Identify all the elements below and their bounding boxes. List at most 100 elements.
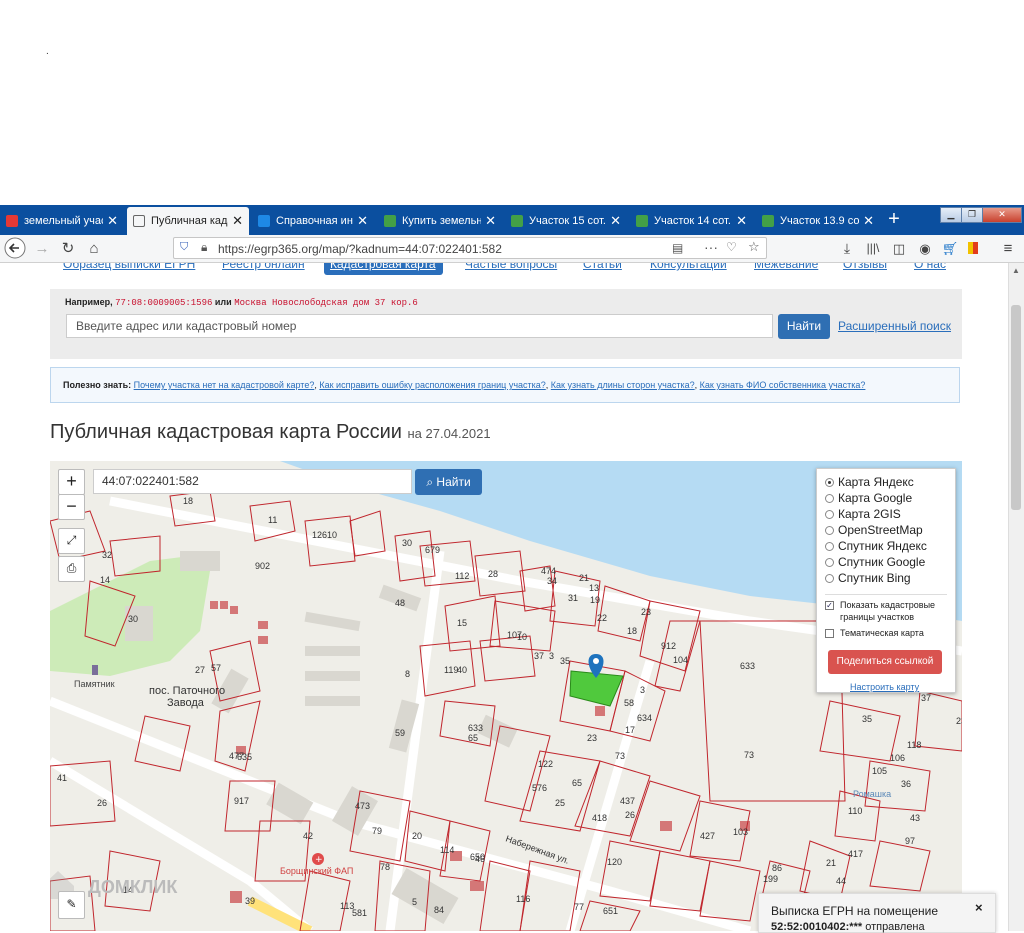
map-layer-option[interactable]: Спутник Яндекс [825, 539, 927, 553]
map-layer-option[interactable]: Карта 2GIS [825, 507, 901, 521]
tab-close-icon[interactable]: ✕ [485, 213, 496, 229]
tip-link-not-on-map[interactable]: Почему участка нет на кадастровой карте? [134, 380, 315, 390]
map-layer-option[interactable]: Спутник Bing [825, 571, 911, 585]
tab-close-icon[interactable]: ✕ [863, 213, 874, 229]
share-link-button[interactable]: Поделиться ссылкой [828, 650, 942, 674]
advanced-search-link[interactable]: Расширенный поиск [838, 319, 951, 333]
show-borders-option[interactable]: ✓ Показать кадастровые границы участков [825, 599, 935, 623]
page-actions-icon[interactable]: ··· [704, 239, 718, 255]
parcel-number-label: 30 [402, 538, 412, 548]
maximize-window-button[interactable]: ❐ [961, 207, 983, 223]
parcel-number-label: 3 [640, 685, 645, 695]
map-find-button[interactable]: ⌕ Найти [415, 469, 482, 495]
browser-tab-label: Участок 15 сот. ( [529, 215, 607, 227]
address-search-input[interactable]: Введите адрес или кадастровый номер [66, 314, 773, 338]
browser-tab[interactable]: земельный участ ✕ [0, 207, 124, 235]
map-layer-option[interactable]: Спутник Google [825, 555, 925, 569]
print-icon[interactable]: ⎙ [58, 556, 85, 582]
tab-close-icon[interactable]: ✕ [736, 213, 747, 229]
site-nav-item[interactable]: Статьи [583, 263, 622, 273]
thematic-checkbox[interactable] [825, 629, 834, 638]
place-label: Памятник [74, 679, 115, 689]
tab-close-icon[interactable]: ✕ [357, 213, 368, 229]
layer-radio[interactable] [825, 573, 834, 583]
layer-radio[interactable] [825, 525, 834, 535]
pocket-icon[interactable]: ♡ [726, 240, 737, 254]
setup-map-link[interactable]: Настроить карту [850, 682, 919, 692]
site-nav-item[interactable]: Кадастровая карта [330, 263, 436, 273]
site-nav-item[interactable]: Консультации [650, 263, 727, 273]
back-icon[interactable] [3, 235, 27, 262]
map-layer-option[interactable]: OpenStreetMap [825, 523, 923, 537]
sidebar-icon[interactable]: ◫ [890, 235, 908, 262]
thematic-option[interactable]: Тематическая карта [825, 627, 924, 639]
monument-icon [92, 665, 98, 675]
site-nav-item[interactable]: Реестр онлайн [222, 263, 305, 273]
scrollbar-thumb[interactable] [1011, 305, 1021, 510]
page-date: на 27.04.2021 [407, 426, 491, 441]
url-bar[interactable]: ⛉ 🔒︎ https://egrp365.org/map/?kadnum=44:… [173, 237, 767, 259]
close-window-button[interactable]: ✕ [982, 207, 1022, 223]
kadnum-input[interactable]: 44:07:022401:582 [93, 469, 412, 494]
library-icon[interactable]: |||\ [864, 235, 882, 262]
browser-tab[interactable]: Справочная инф ✕ [252, 207, 374, 235]
layer-radio[interactable] [825, 541, 834, 551]
site-nav-item[interactable]: Образец выписки ЕГРН [63, 263, 195, 273]
zoom-in-button[interactable]: + [58, 469, 85, 495]
tip-link-owner-name[interactable]: Как узнать ФИО собственника участка? [700, 380, 866, 390]
cart-icon[interactable]: 🛒︎ [941, 235, 959, 262]
forward-icon[interactable]: → [32, 235, 52, 262]
layer-label: Карта Яндекс [838, 475, 914, 489]
account-icon[interactable]: ◉ [916, 235, 934, 262]
site-nav-item[interactable]: Частые вопросы [465, 263, 557, 273]
notification-close-icon[interactable]: × [975, 900, 983, 915]
map-find-label: Найти [436, 475, 471, 489]
browser-tab[interactable]: Участок 13.9 сот. ✕ [756, 207, 880, 235]
cadastral-map[interactable]: + 18 11 12610 30 679 112 28 474 34 21 13 31 19 22 23 32… [50, 461, 962, 931]
downloads-icon[interactable]: ⤓ [838, 235, 856, 262]
browser-tab[interactable]: Купить земельн ✕ [378, 207, 502, 235]
layer-radio[interactable] [825, 477, 834, 487]
reader-view-icon[interactable]: ▤ [672, 241, 683, 255]
parcel-number-label: 635 [237, 752, 252, 762]
parcel-number-label: 417 [848, 849, 863, 859]
parcel-number-label: 679 [425, 545, 440, 555]
layer-radio[interactable] [825, 557, 834, 567]
site-nav-item[interactable]: Отзывы [843, 263, 887, 273]
layer-label: Карта Google [838, 491, 913, 505]
zoom-out-button[interactable]: − [58, 494, 85, 520]
bookmark-star-icon[interactable]: ☆ [748, 239, 760, 255]
show-borders-checkbox[interactable]: ✓ [825, 601, 834, 610]
tip-link-fix-borders[interactable]: Как исправить ошибку расположения границ… [319, 380, 545, 390]
parcel-number-label: 8 [405, 669, 410, 679]
extension-flag-icon[interactable] [966, 235, 984, 262]
site-nav-item[interactable]: О нас [914, 263, 946, 273]
menu-icon[interactable]: ≡ [998, 235, 1018, 262]
scroll-up-icon[interactable]: ▲ [1012, 266, 1020, 275]
minimize-window-button[interactable]: ▁ [940, 207, 962, 223]
ruler-icon[interactable]: ✎ [58, 891, 85, 919]
browser-tab[interactable]: Участок 14 сот. (✕ [630, 207, 753, 235]
browser-tab[interactable]: Публичная кадас ✕ [127, 207, 249, 235]
tab-close-icon[interactable]: ✕ [232, 213, 243, 229]
parcel-number-label: 473 [355, 801, 370, 811]
tab-close-icon[interactable]: ✕ [610, 213, 621, 229]
layer-radio[interactable] [825, 509, 834, 519]
tab-close-icon[interactable]: ✕ [107, 213, 118, 229]
new-tab-button[interactable]: + [884, 207, 904, 231]
parcel-number-label: 23 [641, 607, 651, 617]
shield-icon[interactable]: ⛉ [180, 241, 188, 254]
search-button[interactable]: Найти [778, 314, 830, 339]
home-icon[interactable]: ⌂ [84, 235, 104, 262]
reload-icon[interactable]: ↻ [58, 235, 78, 262]
browser-tab-label: Справочная инф [276, 215, 353, 227]
browser-tab[interactable]: Участок 15 сот. (✕ [505, 207, 627, 235]
map-layer-option[interactable]: Карта Яндекс [825, 475, 914, 489]
yandex-icon [6, 215, 18, 227]
tip-link-side-lengths[interactable]: Как узнать длины сторон участка? [551, 380, 695, 390]
fullscreen-icon[interactable]: ⤢ [58, 528, 85, 554]
site-nav-item[interactable]: Межевание [754, 263, 818, 273]
lock-icon[interactable]: 🔒︎ [201, 240, 207, 255]
layer-radio[interactable] [825, 493, 834, 503]
map-layer-option[interactable]: Карта Google [825, 491, 912, 505]
